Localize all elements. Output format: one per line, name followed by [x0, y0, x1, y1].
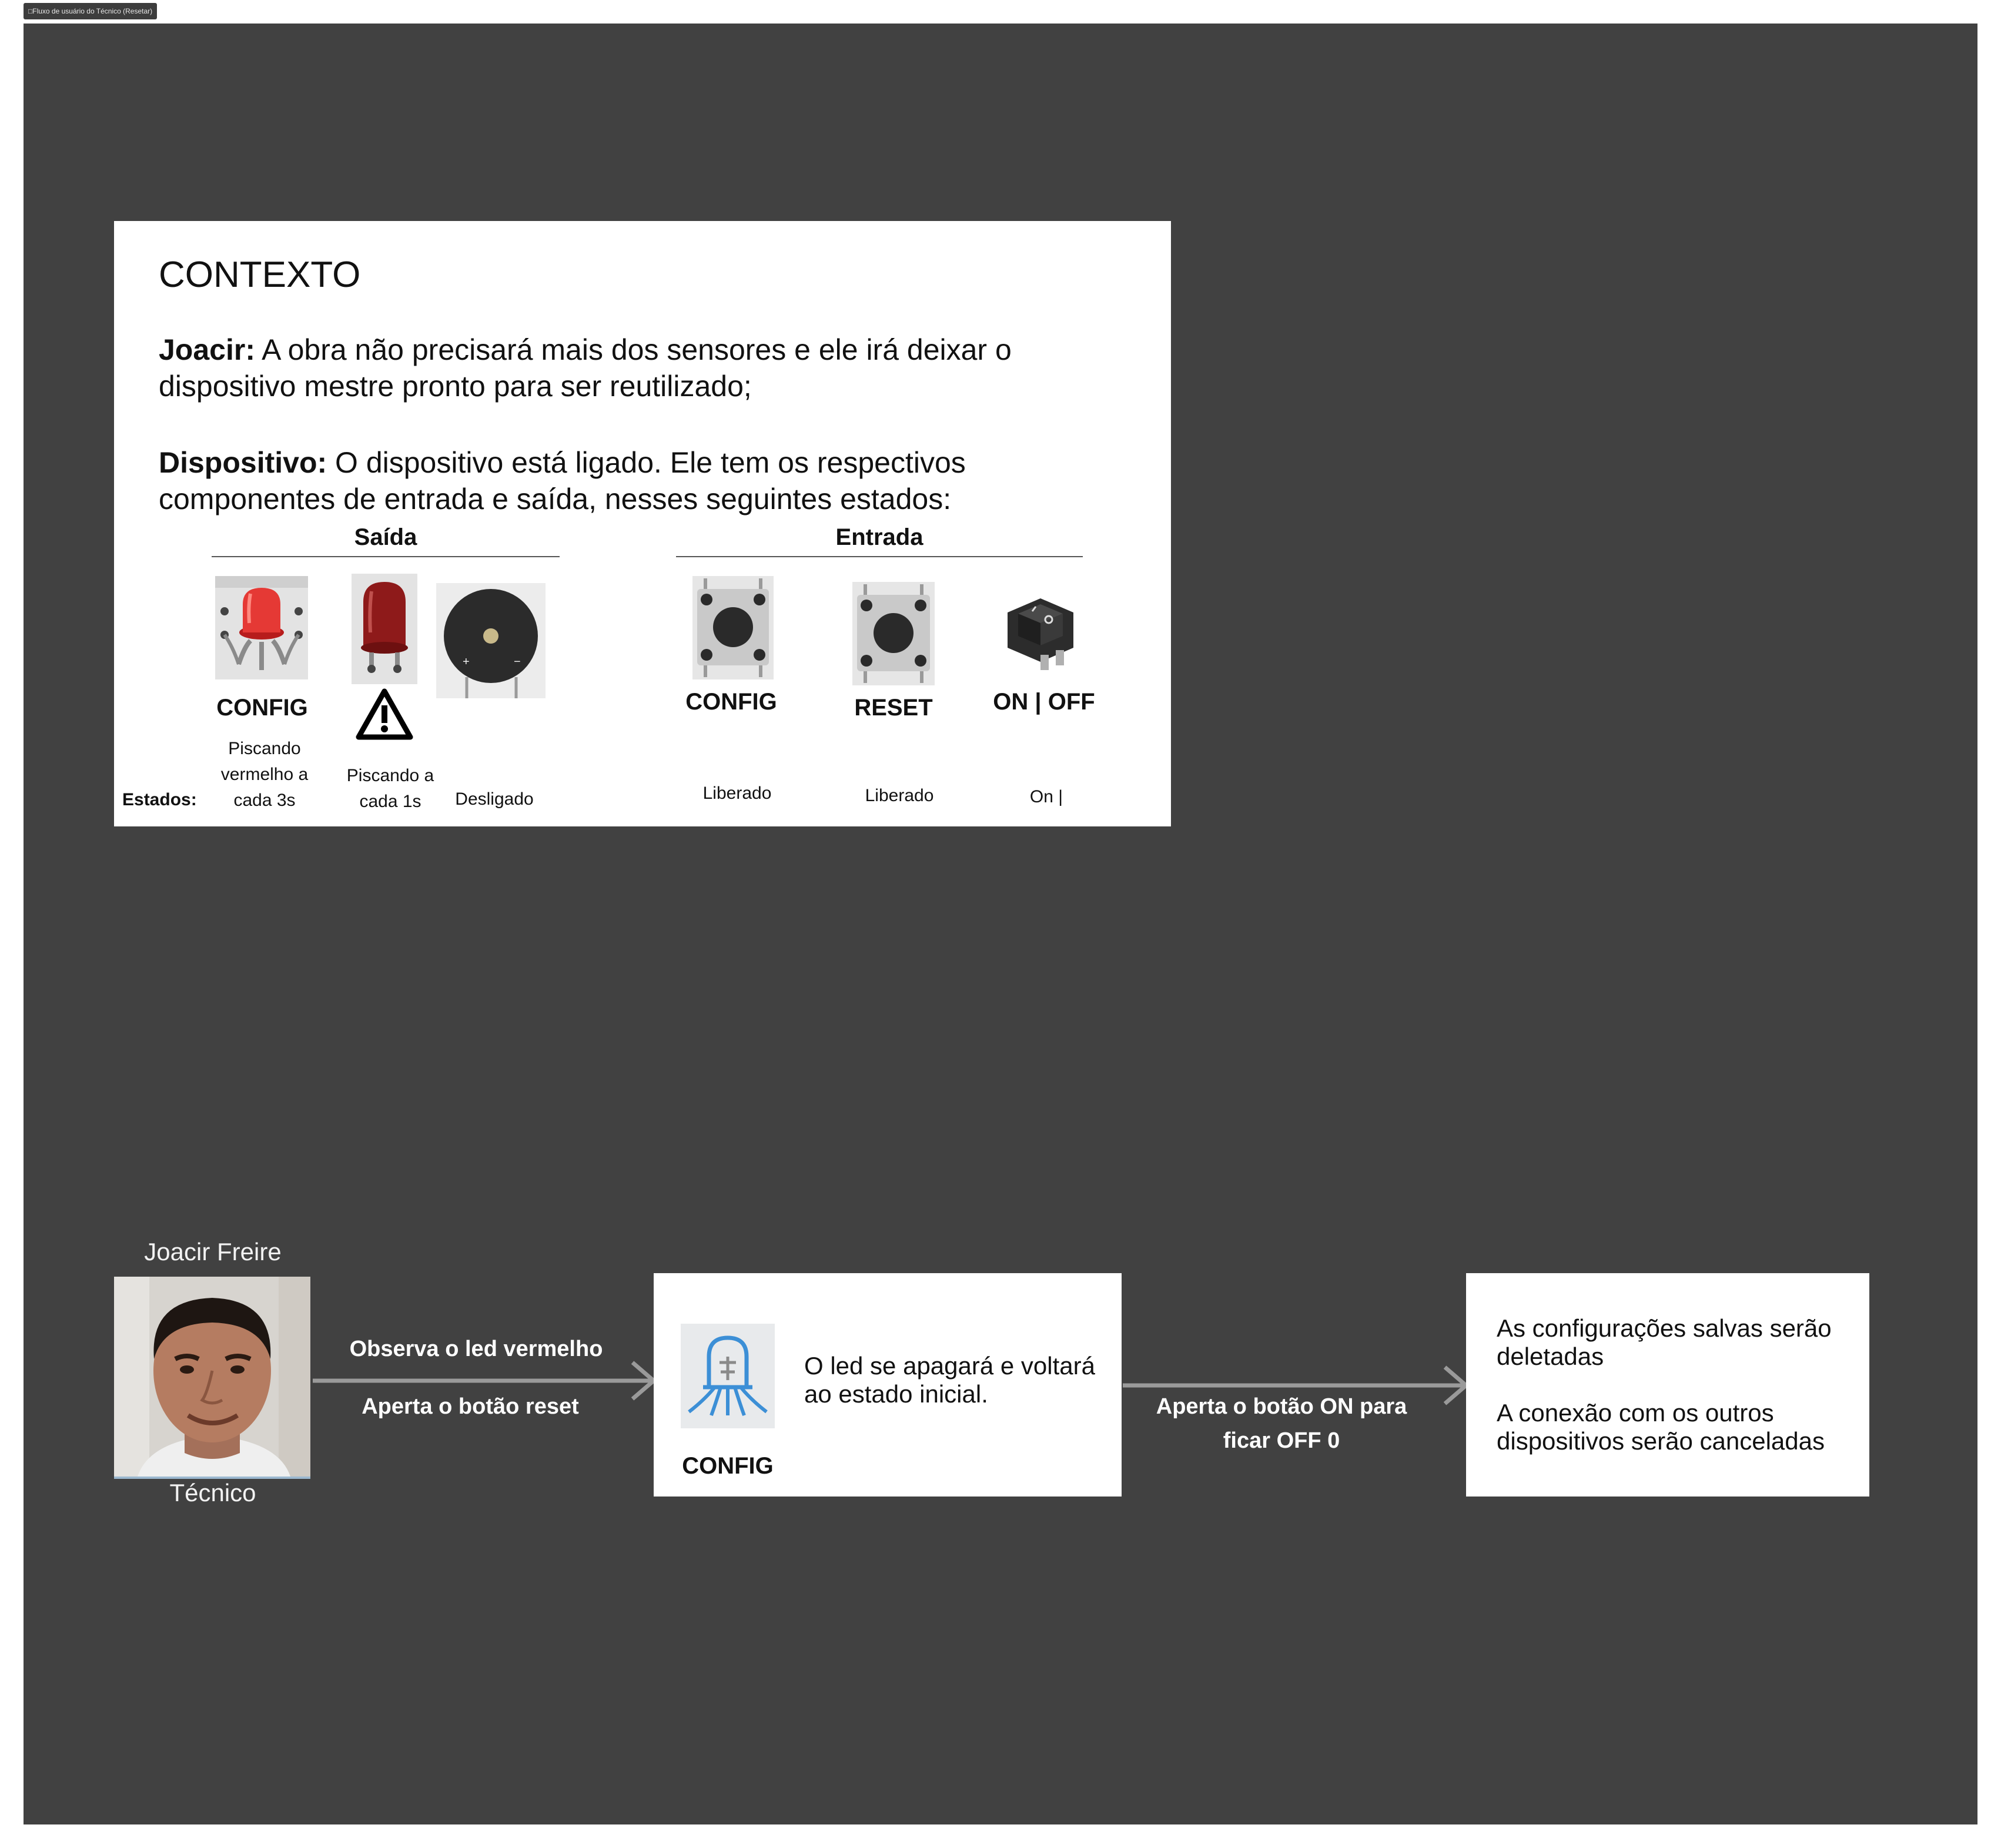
- led-outline-icon: [681, 1324, 775, 1428]
- config-push-button-icon: [692, 576, 774, 679]
- buzzer-icon: + −: [436, 583, 546, 698]
- input-heading: Entrada: [835, 524, 923, 550]
- reset-push-button-icon: [852, 582, 935, 685]
- persona-name: Joacir Freire: [144, 1238, 282, 1266]
- input-reset-state: Liberado: [865, 786, 934, 805]
- input-config-state: Liberado: [702, 784, 772, 803]
- step2-line2: A conexão com os outros dispositivos ser…: [1497, 1399, 1825, 1455]
- step1-text: O led se apagará e voltará ao estado ini…: [804, 1352, 1095, 1408]
- warning-icon: [356, 688, 413, 740]
- output-config-label: CONFIG: [216, 695, 308, 721]
- joacir-label: Joacir:: [159, 333, 255, 366]
- svg-text:−: −: [514, 655, 521, 668]
- rocker-switch-icon: [1008, 598, 1073, 670]
- avatar-photo: [114, 1277, 310, 1477]
- output-config-state: Piscando vermelho a cada 3s: [220, 739, 309, 810]
- input-config-label: CONFIG: [685, 689, 777, 715]
- step2-line1: As configurações salvas serão deletadas: [1497, 1314, 1832, 1370]
- device-label: Dispositivo:: [159, 446, 327, 479]
- step2-box: As configurações salvas serão deletadas …: [1466, 1273, 1869, 1497]
- step1-box: CONFIG O led se apagará e voltará ao est…: [654, 1273, 1122, 1497]
- context-card: CONTEXTO Joacir: A obra não precisará ma…: [114, 221, 1171, 826]
- input-onoff-state: On |: [1029, 787, 1063, 806]
- output-heading: Saída: [354, 524, 417, 550]
- step1-config-label: CONFIG: [682, 1453, 774, 1479]
- edge2-label: Aperta o botão ON para ficar OFF 0: [1156, 1394, 1407, 1453]
- states-label: Estados:: [122, 790, 197, 809]
- output-led-state: Piscando a cada 1s: [346, 766, 434, 811]
- red-led-warning-icon: [352, 574, 417, 684]
- persona-role: Técnico: [169, 1479, 256, 1506]
- edge1-bottom-label: Aperta o botão reset: [362, 1394, 579, 1419]
- svg-text:+: +: [463, 655, 470, 668]
- red-led-module-icon: [215, 576, 308, 679]
- joacir-text: A obra não precisará mais dos sensores e…: [159, 333, 1012, 403]
- input-reset-label: RESET: [854, 695, 933, 721]
- output-rule: [212, 556, 560, 557]
- device-paragraph: Dispositivo: O dispositivo está ligado. …: [159, 444, 1135, 517]
- input-onoff-label: ON | OFF: [993, 689, 1095, 715]
- avatar: [114, 1277, 310, 1479]
- input-rule: [676, 556, 1083, 557]
- frame-title-tab[interactable]: □Fluxo de usuário do Técnico (Resetar): [24, 3, 158, 19]
- context-title: CONTEXTO: [159, 255, 361, 295]
- output-buzzer-state: Desligado: [455, 789, 534, 809]
- joacir-paragraph: Joacir: A obra não precisará mais dos se…: [159, 332, 1135, 404]
